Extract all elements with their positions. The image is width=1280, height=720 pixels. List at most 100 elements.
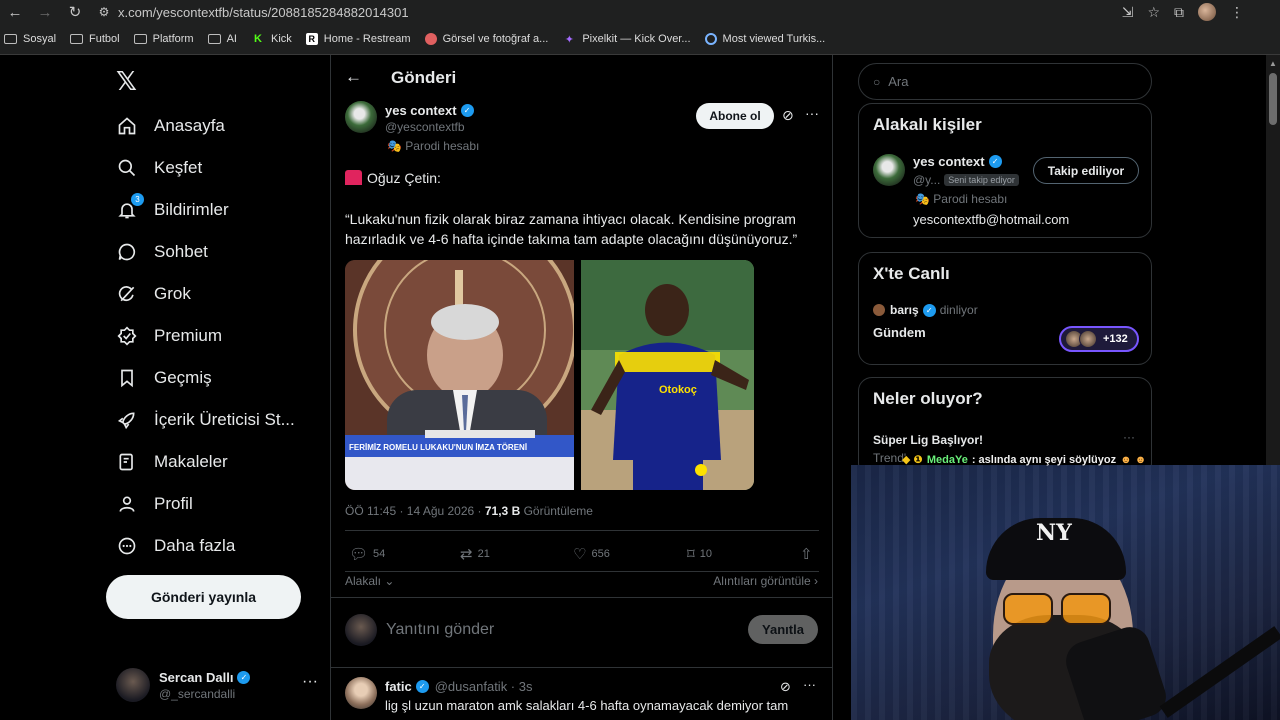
- bookmark-star-icon[interactable]: ☆: [1147, 4, 1160, 21]
- chevron-right-icon: ›: [810, 574, 818, 588]
- bookmark-gorsel[interactable]: Görsel ve fotoğraf a...: [424, 33, 548, 45]
- sidebar-item-label: Geçmiş: [154, 368, 212, 387]
- scroll-up-icon[interactable]: ▲: [1269, 59, 1277, 68]
- sidebar-item-label: Bildirimler: [154, 200, 229, 219]
- browser-menu-icon[interactable]: ⋮: [1230, 4, 1244, 21]
- install-app-icon[interactable]: ⇲: [1122, 4, 1134, 21]
- kick-icon: K: [254, 33, 262, 45]
- reply-author-handle[interactable]: @dusanfatik · 3s: [435, 679, 533, 694]
- tweet-actions: 💬︎ 54 ⇄ 21 ♡ 656 ⌑ 10 ⇧: [345, 545, 819, 565]
- chat-icon: [116, 241, 138, 263]
- more-icon[interactable]: ···: [803, 677, 816, 692]
- site-info-icon[interactable]: ⚙: [94, 5, 114, 19]
- bookmark-platform[interactable]: Platform: [133, 33, 194, 45]
- account-handle: @_sercandalli: [159, 686, 236, 701]
- live-listener[interactable]: barış ✓ dinliyor: [873, 303, 978, 317]
- folder-icon: [207, 34, 221, 44]
- bookmark-sosyal[interactable]: Sosyal: [4, 33, 56, 45]
- forward-nav-icon[interactable]: →: [30, 0, 60, 24]
- x-logo-icon[interactable]: 𝕏: [116, 67, 137, 97]
- reply-tweet[interactable]: fatic ✓ @dusanfatik · 3s ⊘ ··· lig şl uz…: [345, 677, 819, 720]
- bookmark-futbol[interactable]: Futbol: [70, 33, 120, 45]
- article-icon: [116, 451, 138, 473]
- bookmark-icon: [116, 367, 138, 389]
- following-button[interactable]: Takip ediliyor: [1033, 157, 1139, 184]
- subscribe-button[interactable]: Abone ol: [696, 103, 774, 129]
- sidebar-item-chat[interactable]: Sohbet: [116, 232, 326, 272]
- sort-relevant-dropdown[interactable]: Alakalı ⌄: [345, 574, 394, 588]
- live-topic[interactable]: Gündem: [873, 325, 926, 340]
- more-circle-icon: [116, 535, 138, 557]
- chat-text: : aslında aynı şeyi söylüyoz: [971, 453, 1117, 466]
- back-nav-icon[interactable]: ←: [0, 0, 30, 24]
- siren-icon: [345, 170, 362, 185]
- url-text[interactable]: x.com/yescontextfb/status/20881852848820…: [118, 5, 409, 20]
- address-bar[interactable]: ⚙ x.com/yescontextfb/status/208818528488…: [94, 1, 409, 23]
- sidebar-item-label: Sohbet: [154, 242, 208, 261]
- reload-icon[interactable]: ↻: [60, 0, 90, 24]
- account-switcher[interactable]: Sercan Dallı ✓ @_sercandalli ···: [116, 663, 326, 707]
- search-input[interactable]: ○ Ara: [858, 63, 1152, 100]
- person-icon: [116, 493, 138, 515]
- bookmark-most-viewed[interactable]: Most viewed Turkis...: [704, 33, 825, 45]
- sidebar-item-explore[interactable]: Keşfet: [116, 148, 326, 188]
- webcam-overlay: NY: [851, 465, 1280, 720]
- related-handle[interactable]: @y...: [913, 173, 940, 187]
- verified-badge-icon: ✓: [237, 670, 251, 684]
- bookmark-ai[interactable]: AI: [207, 33, 237, 45]
- reply-action[interactable]: 💬︎ 54: [349, 545, 385, 563]
- live-card: X'te Canlı barış ✓ dinliyor Gündem +132: [858, 252, 1152, 365]
- back-arrow-icon[interactable]: ←: [345, 67, 362, 87]
- author-name[interactable]: yes context: [385, 103, 457, 118]
- share-action[interactable]: ⇧: [800, 545, 818, 563]
- sidebar-item-articles[interactable]: Makaleler: [116, 442, 326, 482]
- sidebar-item-notifications[interactable]: 3 Bildirimler: [116, 190, 326, 230]
- like-action[interactable]: ♡ 656: [573, 545, 610, 563]
- repost-action[interactable]: ⇄ 21: [460, 545, 490, 563]
- view-quotes-link[interactable]: Alıntıları görüntüle ›: [713, 574, 818, 588]
- grok-icon[interactable]: ⊘: [782, 107, 794, 124]
- tweet-image-press-conference[interactable]: FERİMİZ ROMELU LUKAKU'NUN İMZA TÖRENİ: [345, 260, 574, 490]
- reply-button[interactable]: Yanıtla: [748, 615, 818, 644]
- bookmark-pixelkit[interactable]: ✦ Pixelkit — Kick Over...: [562, 33, 691, 46]
- reply-author-name[interactable]: fatic: [385, 679, 412, 694]
- emoji-icon: ☻ ☻: [1120, 453, 1147, 466]
- sidebar-item-grok[interactable]: Grok: [116, 274, 326, 314]
- grok-icon[interactable]: ⊘: [780, 679, 791, 695]
- avatar: [345, 614, 377, 646]
- sidebar-item-creator-studio[interactable]: İçerik Üreticisi St...: [116, 400, 326, 440]
- extensions-icon[interactable]: ⧉: [1174, 4, 1184, 21]
- more-icon[interactable]: ···: [1123, 430, 1135, 444]
- sidebar-item-premium[interactable]: Premium: [116, 316, 326, 356]
- sidebar-item-history[interactable]: Geçmiş: [116, 358, 326, 398]
- avatar[interactable]: [873, 154, 905, 186]
- sidebar-item-label: Grok: [154, 284, 191, 303]
- more-icon[interactable]: ···: [302, 673, 318, 691]
- post-button[interactable]: Gönderi yayınla: [106, 575, 301, 619]
- tweet-image-lukaku[interactable]: Otokoç: [581, 260, 754, 490]
- profile-avatar[interactable]: [1198, 3, 1216, 21]
- sidebar-item-profile[interactable]: Profil: [116, 484, 326, 524]
- mask-icon: 🎭: [915, 192, 934, 206]
- avatar[interactable]: [345, 101, 377, 133]
- bookmark-restream[interactable]: R Home - Restream: [305, 33, 411, 45]
- sunglasses-left: [1003, 593, 1053, 625]
- bookmark-kick[interactable]: K Kick: [251, 33, 292, 45]
- live-listeners-pill[interactable]: +132: [1059, 326, 1139, 352]
- bookmark-action[interactable]: ⌑ 10: [687, 545, 712, 563]
- folder-icon: [4, 34, 17, 44]
- sidebar-item-home[interactable]: Anasayfa: [116, 106, 326, 146]
- reply-input[interactable]: Yanıtını gönder: [386, 621, 494, 639]
- sidebar-item-more[interactable]: Daha fazla: [116, 526, 326, 566]
- verified-badge-icon: ✓: [988, 155, 1002, 168]
- related-name[interactable]: yes context: [913, 154, 985, 169]
- sunglasses-right: [1061, 593, 1111, 625]
- scroll-thumb[interactable]: [1269, 73, 1277, 125]
- trend-item[interactable]: Süper Lig Başlıyor!: [873, 433, 983, 447]
- sidebar-item-label: Profil: [154, 494, 193, 513]
- reply-icon: 💬︎: [349, 546, 369, 563]
- avatar[interactable]: [345, 677, 377, 709]
- author-handle[interactable]: @yescontextfb: [385, 120, 465, 134]
- more-icon[interactable]: ···: [805, 105, 819, 121]
- tweet-time[interactable]: ÖÖ 11:45 · 14 Ağu 2026 ·: [345, 504, 485, 518]
